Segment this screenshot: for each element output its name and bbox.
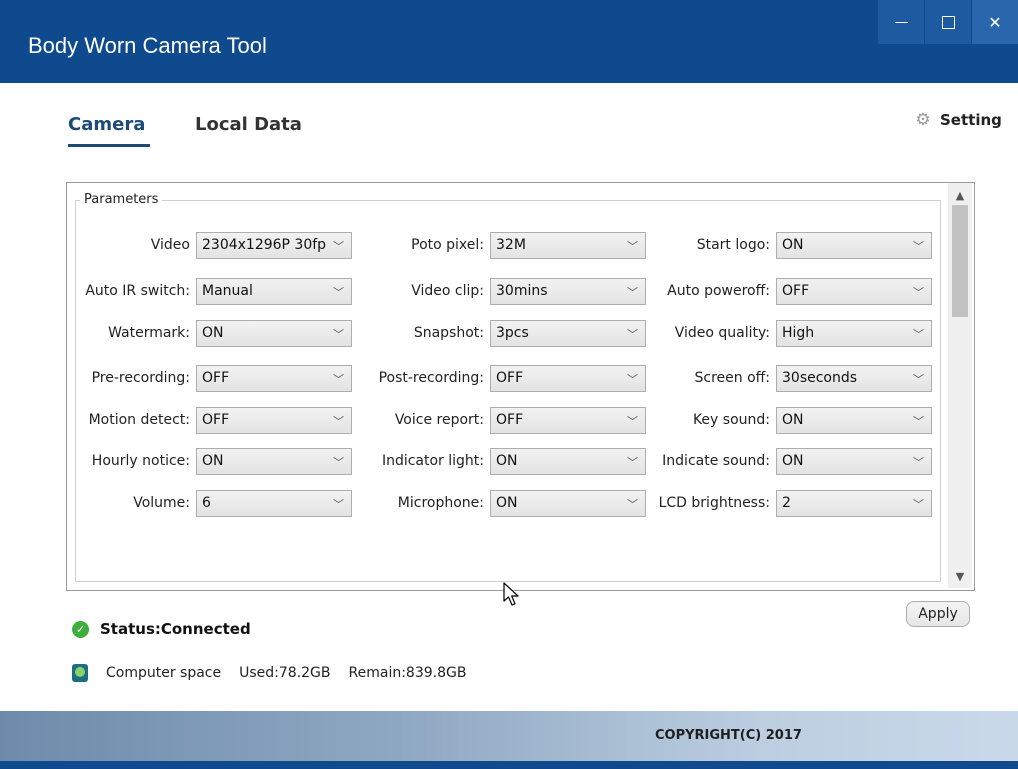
scrollbar-thumb[interactable] bbox=[952, 205, 968, 317]
param-label: Key sound: bbox=[692, 412, 770, 428]
computer-space-label: Computer space bbox=[106, 665, 222, 681]
chevron-down-icon: ﹀ bbox=[913, 497, 924, 511]
chevron-down-icon: ﹀ bbox=[913, 327, 924, 341]
param-row-lcd-brightness: LCD brightness: 2 ﹀ bbox=[0, 489, 932, 517]
select-value: ON bbox=[782, 412, 804, 428]
close-icon: ✕ bbox=[988, 12, 1002, 32]
auto-poweroff-select[interactable]: OFF ﹀ bbox=[776, 277, 932, 305]
select-value: 30seconds bbox=[782, 370, 858, 386]
mouse-cursor-icon bbox=[503, 582, 519, 606]
select-value: ON bbox=[782, 237, 804, 253]
vertical-scrollbar[interactable]: ▲ ▼ bbox=[948, 183, 972, 588]
indicate-sound-select[interactable]: ON ﹀ bbox=[776, 447, 932, 475]
select-value: 2 bbox=[782, 495, 791, 511]
tab-local-data[interactable]: Local Data bbox=[195, 114, 302, 135]
param-label: Auto poweroff: bbox=[667, 283, 770, 299]
param-row-start-logo: Start logo: ON ﹀ bbox=[0, 231, 932, 259]
footer-bar bbox=[0, 711, 1018, 761]
parameters-title: Parameters bbox=[80, 192, 163, 207]
param-row-auto-poweroff: Auto poweroff: OFF ﹀ bbox=[0, 277, 932, 305]
video-quality-select[interactable]: High ﹀ bbox=[776, 319, 932, 347]
tab-camera[interactable]: Camera bbox=[68, 114, 145, 135]
window-controls: ✕ bbox=[877, 0, 1018, 44]
minimize-button[interactable] bbox=[878, 0, 924, 44]
window-title: Body Worn Camera Tool bbox=[28, 33, 267, 58]
gear-icon: ⚙ bbox=[915, 110, 931, 130]
apply-button[interactable]: Apply bbox=[906, 601, 970, 627]
computer-space-info: Computer space Used:78.2GB Remain:839.8G… bbox=[72, 664, 484, 682]
param-row-screen-off: Screen off: 30seconds ﹀ bbox=[0, 364, 932, 392]
start-logo-select[interactable]: ON ﹀ bbox=[776, 231, 932, 259]
select-value: High bbox=[782, 325, 815, 341]
copyright-text: COPYRIGHT(C) 2017 bbox=[655, 728, 802, 743]
maximize-button[interactable] bbox=[925, 0, 971, 44]
chevron-down-icon: ﹀ bbox=[913, 285, 924, 299]
bottom-border bbox=[0, 761, 1018, 769]
space-remain: Remain:839.8GB bbox=[348, 665, 467, 681]
param-label: Indicate sound: bbox=[662, 453, 770, 469]
key-sound-select[interactable]: ON ﹀ bbox=[776, 406, 932, 434]
status-text: Status:Connected bbox=[100, 620, 251, 638]
setting-label: Setting bbox=[940, 111, 1002, 129]
scroll-up-icon[interactable]: ▲ bbox=[948, 185, 972, 205]
hard-disk-icon bbox=[72, 664, 88, 682]
lcd-brightness-select[interactable]: 2 ﹀ bbox=[776, 489, 932, 517]
screen-off-select[interactable]: 30seconds ﹀ bbox=[776, 364, 932, 392]
minimize-icon bbox=[894, 21, 908, 23]
check-circle-icon: ✓ bbox=[72, 620, 89, 638]
chevron-down-icon: ﹀ bbox=[913, 239, 924, 253]
chevron-down-icon: ﹀ bbox=[913, 372, 924, 386]
maximize-icon bbox=[941, 15, 955, 29]
param-row-indicate-sound: Indicate sound: ON ﹀ bbox=[0, 447, 932, 475]
param-row-key-sound: Key sound: ON ﹀ bbox=[0, 406, 932, 434]
space-used: Used:78.2GB bbox=[239, 665, 331, 681]
setting-button[interactable]: ⚙ Setting bbox=[914, 110, 1002, 130]
param-label: Start logo: bbox=[696, 237, 770, 253]
chevron-down-icon: ﹀ bbox=[913, 455, 924, 469]
select-value: ON bbox=[782, 453, 804, 469]
param-row-video-quality: Video quality: High ﹀ bbox=[0, 319, 932, 347]
connection-status: ✓ Status:Connected bbox=[72, 620, 251, 638]
param-label: Screen off: bbox=[694, 370, 770, 386]
active-tab-indicator bbox=[68, 144, 150, 147]
scroll-down-icon[interactable]: ▼ bbox=[948, 566, 972, 586]
param-label: LCD brightness: bbox=[658, 495, 770, 511]
select-value: OFF bbox=[782, 283, 810, 299]
param-label: Video quality: bbox=[674, 325, 770, 341]
close-button[interactable]: ✕ bbox=[972, 0, 1018, 44]
chevron-down-icon: ﹀ bbox=[913, 414, 924, 428]
